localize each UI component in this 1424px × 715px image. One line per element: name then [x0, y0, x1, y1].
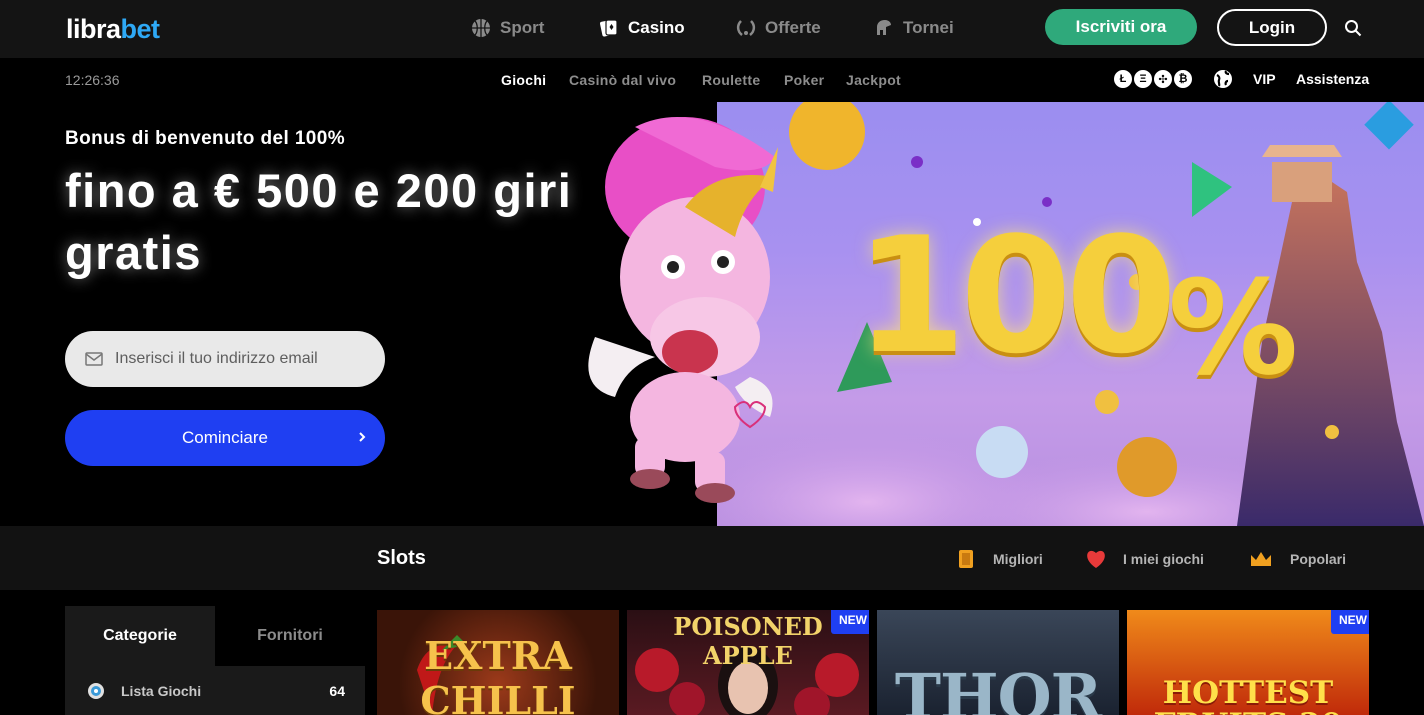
filter-migliori[interactable]: Migliori [955, 548, 1043, 570]
category-label: Lista Giochi [121, 682, 202, 699]
nav-tornei-label: Tornei [903, 18, 954, 37]
nav-casino[interactable]: Casino [599, 16, 685, 40]
bitcoin-icon: ₿ [1173, 69, 1193, 89]
vip-link[interactable]: VIP [1253, 71, 1276, 87]
slots-filter-bar: Slots Migliori I miei giochi Popolari [0, 526, 1424, 590]
email-field[interactable] [115, 350, 355, 368]
new-badge: NEW [831, 610, 869, 634]
banner-100-text: 100 [855, 202, 1177, 389]
filter-popolari-label: Popolari [1290, 551, 1347, 567]
filter-miei-giochi[interactable]: I miei giochi [1085, 548, 1204, 570]
subnav-jackpot[interactable]: Jackpot [846, 72, 901, 88]
roulette-icon [88, 682, 104, 699]
nav-offerte[interactable]: Offerte [736, 16, 821, 40]
envelope-icon [85, 352, 103, 366]
nav-casino-label: Casino [628, 18, 685, 37]
subnav-casino-live[interactable]: Casinò dal vivo [569, 72, 676, 88]
laurel-icon [736, 20, 756, 36]
category-count: 64 [329, 682, 345, 699]
tab-categorie[interactable]: Categorie [65, 606, 215, 666]
top-navbar: librabet Sport Casino Offerte Tornei Isc… [0, 0, 1424, 58]
crown-icon [1250, 548, 1272, 570]
search-icon[interactable] [1344, 19, 1362, 37]
game-card-hottest-fruits[interactable]: HOTTEST FRUITS 20 NEW [1127, 610, 1369, 715]
banner-percent-text: % [1168, 252, 1299, 404]
hero-section: 100 % Bonus di benvenuto del 100% fino a… [0, 102, 1424, 526]
filter-popolari[interactable]: Popolari [1250, 548, 1346, 570]
category-panel: Categorie Fornitori Lista Giochi 64 [65, 606, 365, 715]
unicorn-mascot [588, 117, 778, 503]
signup-button[interactable]: Iscriviti ora [1045, 9, 1197, 45]
start-button-label: Cominciare [182, 428, 268, 447]
game-title: HOTTEST FRUITS 20 [1154, 675, 1343, 715]
nav-sport[interactable]: Sport [471, 16, 544, 40]
game-card-poisoned-apple[interactable]: POISONED APPLE NEW [627, 610, 869, 715]
subnav-giochi[interactable]: Giochi [501, 72, 546, 88]
subnav-roulette[interactable]: Roulette [702, 72, 760, 88]
helmet-icon [877, 20, 891, 35]
assistenza-link[interactable]: Assistenza [1296, 71, 1369, 87]
filter-migliori-label: Migliori [993, 551, 1043, 567]
ethereum-icon: Ξ [1133, 69, 1153, 89]
game-title: THOR [894, 660, 1102, 715]
nav-tornei[interactable]: Tornei [874, 16, 954, 40]
slots-title: Slots [377, 547, 426, 569]
librabet-logo[interactable]: librabet [66, 14, 160, 45]
category-lista-giochi[interactable]: Lista Giochi 64 [65, 666, 365, 715]
game-card-thor[interactable]: THOR [877, 610, 1119, 715]
nav-offerte-label: Offerte [765, 18, 821, 37]
card-icon [955, 548, 977, 570]
litecoin-icon: Ł [1113, 69, 1133, 89]
email-field-wrapper[interactable] [65, 331, 385, 387]
chevron-right-icon [359, 432, 366, 442]
subnav-poker[interactable]: Poker [784, 72, 824, 88]
basketball-icon [472, 19, 490, 37]
tab-fornitori[interactable]: Fornitori [215, 606, 365, 666]
logo-part-2: bet [120, 14, 161, 44]
game-title: EXTRA CHILLI [420, 633, 576, 715]
cards-icon [600, 19, 618, 37]
ripple-icon: ✣ [1153, 69, 1173, 89]
login-button[interactable]: Login [1217, 9, 1327, 46]
logo-part-1: libra [66, 14, 121, 44]
start-button[interactable]: Cominciare [65, 410, 385, 466]
filter-miei-giochi-label: I miei giochi [1123, 551, 1204, 567]
globe-icon[interactable] [1213, 69, 1233, 89]
hero-subtitle: Bonus di benvenuto del 100% [65, 128, 346, 149]
nav-sport-label: Sport [500, 18, 545, 37]
hero-title: fino a € 500 e 200 giri gratis [65, 164, 573, 279]
crypto-icons: Ł Ξ ✣ ₿ [1113, 69, 1193, 89]
sub-navbar: 12:26:36 Giochi Casinò dal vivo Roulette… [0, 58, 1424, 102]
heart-icon [1085, 548, 1107, 570]
new-badge: NEW [1331, 610, 1369, 634]
clock: 12:26:36 [65, 72, 120, 88]
game-card-extra-chilli[interactable]: EXTRA CHILLI [377, 610, 619, 715]
